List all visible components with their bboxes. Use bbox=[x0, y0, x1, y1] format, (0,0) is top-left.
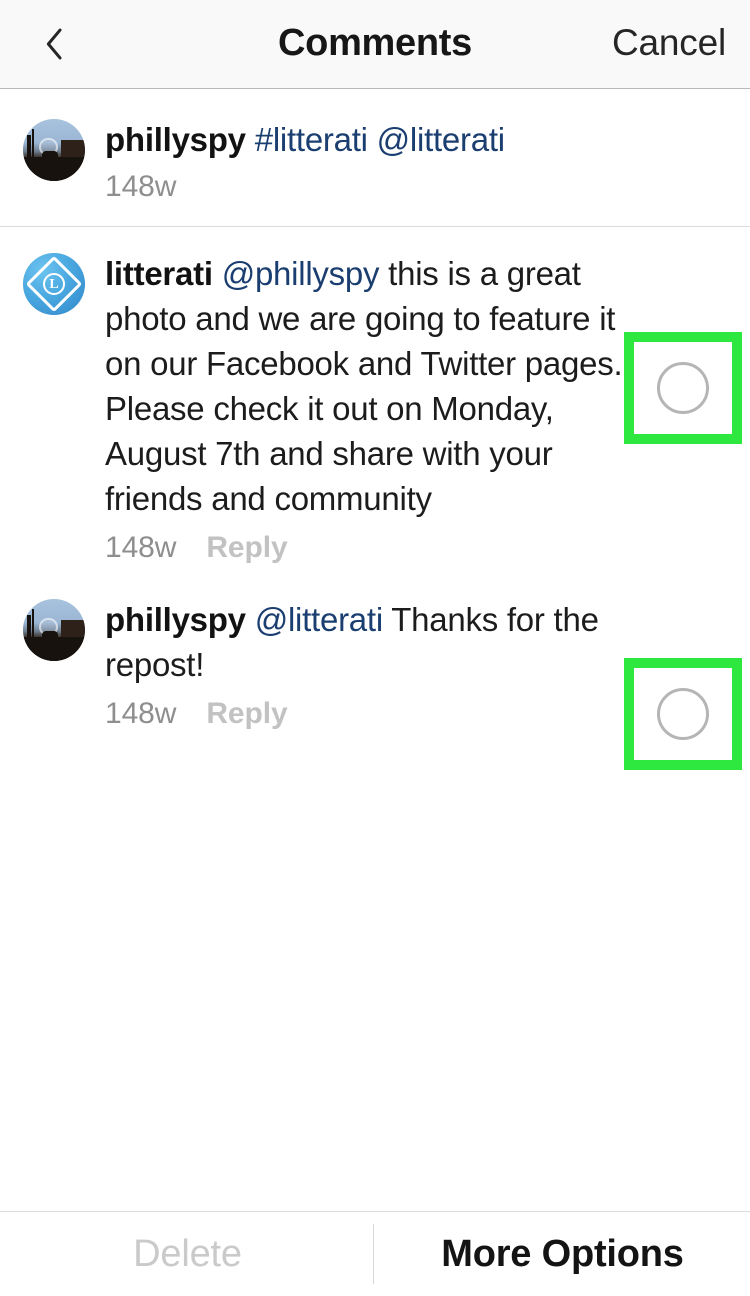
selection-highlight-box bbox=[624, 658, 742, 770]
more-options-button[interactable]: More Options bbox=[375, 1212, 750, 1296]
comment-username[interactable]: phillyspy bbox=[105, 601, 246, 638]
comment-item[interactable]: phillyspy #litterati @litterati 148w bbox=[0, 89, 750, 227]
comment-meta: 148w Reply bbox=[105, 531, 734, 565]
delete-button[interactable]: Delete bbox=[0, 1212, 375, 1296]
comment-timestamp: 148w bbox=[105, 697, 177, 730]
comment-mention[interactable]: @litterati bbox=[255, 601, 383, 638]
comment-body-text: this is a great photo and we are going t… bbox=[105, 255, 623, 517]
selection-highlight-box bbox=[624, 332, 742, 444]
header-bar: Comments Cancel bbox=[0, 0, 750, 89]
comment-list: phillyspy #litterati @litterati 148w L l… bbox=[0, 89, 750, 1211]
comment-mention[interactable]: #litterati @litterati bbox=[255, 121, 505, 158]
reply-button[interactable]: Reply bbox=[206, 697, 287, 731]
comment-text: litterati @phillyspy this is a great pho… bbox=[105, 251, 627, 521]
comment-username[interactable]: litterati bbox=[105, 255, 213, 292]
litterati-logo-icon: L bbox=[23, 253, 85, 315]
cancel-button[interactable]: Cancel bbox=[612, 0, 726, 86]
diamond-shape: L bbox=[25, 255, 83, 313]
comment-mention[interactable]: @phillyspy bbox=[222, 255, 380, 292]
comment-text: phillyspy #litterati @litterati bbox=[105, 117, 734, 162]
comment-timestamp: 148w bbox=[105, 170, 177, 203]
comment-body: phillyspy #litterati @litterati 148w bbox=[105, 117, 734, 204]
bottom-action-bar: Delete More Options bbox=[0, 1211, 750, 1296]
comment-select-circle[interactable] bbox=[657, 362, 709, 414]
avatar-ground-shape bbox=[23, 637, 85, 661]
avatar-ground-shape bbox=[23, 157, 85, 181]
comment-timestamp: 148w bbox=[105, 531, 177, 564]
avatar[interactable] bbox=[23, 119, 85, 181]
comment-text: phillyspy @litterati Thanks for the repo… bbox=[105, 597, 627, 687]
reply-button[interactable]: Reply bbox=[206, 531, 287, 565]
avatar[interactable]: L bbox=[23, 253, 85, 315]
avatar-photo-image bbox=[23, 119, 85, 181]
bottom-bar-divider bbox=[373, 1224, 374, 1284]
comment-meta: 148w bbox=[105, 170, 734, 204]
avatar-photo-image bbox=[23, 599, 85, 661]
comment-select-circle[interactable] bbox=[657, 688, 709, 740]
logo-letter: L bbox=[43, 273, 65, 295]
comments-screen: Comments Cancel phillyspy #litterati @li… bbox=[0, 0, 750, 1296]
avatar[interactable] bbox=[23, 599, 85, 661]
comment-username[interactable]: phillyspy bbox=[105, 121, 246, 158]
